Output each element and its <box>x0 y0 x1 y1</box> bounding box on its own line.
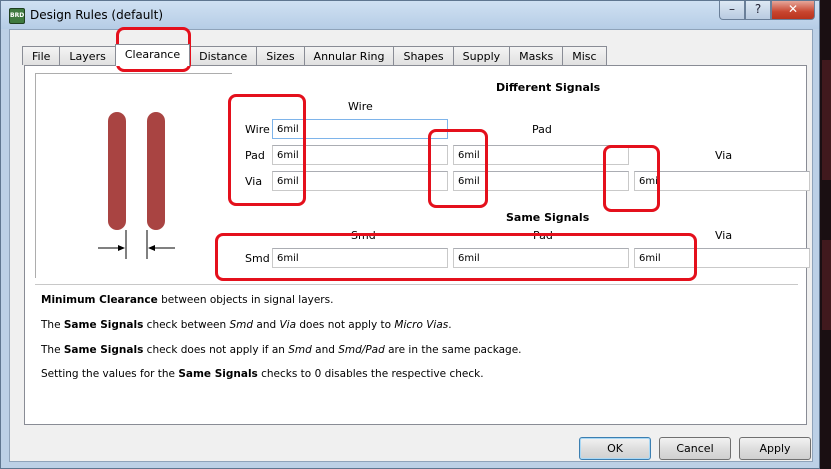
description-italic: Smd <box>229 319 254 331</box>
help-button[interactable]: ? <box>745 1 771 20</box>
cancel-button[interactable]: Cancel <box>659 437 731 460</box>
column-header-via: Via <box>715 149 733 162</box>
pad-wire-clearance-input[interactable] <box>272 145 448 165</box>
description-text: The <box>41 344 64 356</box>
via-wire-clearance-input[interactable] <box>272 171 448 191</box>
tab-layers[interactable]: Layers <box>59 46 116 65</box>
description-line-1: Minimum Clearance between objects in sig… <box>41 294 333 306</box>
row-label-via: Via <box>245 175 263 188</box>
description-italic: Via <box>279 319 297 331</box>
description-italic: Smd <box>288 344 312 356</box>
dialog-client-area: File Layers Clearance Distance Sizes Ann… <box>9 29 813 462</box>
clearance-diagram <box>35 73 232 278</box>
row-label-wire: Wire <box>245 123 270 136</box>
description-text: . <box>448 319 452 331</box>
wire-trace-left <box>108 112 126 230</box>
app-icon: BRD <box>9 8 25 24</box>
minimize-button[interactable]: – <box>719 1 745 20</box>
via-pad-clearance-input[interactable] <box>453 171 629 191</box>
tab-shapes[interactable]: Shapes <box>393 46 454 65</box>
via-via-clearance-input[interactable] <box>634 171 810 191</box>
same-column-header-via: Via <box>715 229 733 242</box>
description-line-2: The Same Signals check between Smd and V… <box>41 319 452 331</box>
tab-supply[interactable]: Supply <box>452 46 511 65</box>
background-trace <box>822 240 831 330</box>
row-label-pad: Pad <box>245 149 265 162</box>
description-text: between objects in signal layers. <box>157 294 334 306</box>
tab-distance[interactable]: Distance <box>189 46 258 65</box>
tab-sizes[interactable]: Sizes <box>256 46 305 65</box>
description-bold: Minimum Clearance <box>41 294 158 306</box>
description-line-3: The Same Signals check does not apply if… <box>41 344 522 356</box>
window-controls: – ? ✕ <box>719 1 815 20</box>
clearance-illustration <box>98 112 175 259</box>
smd-pad-clearance-input[interactable] <box>453 248 629 268</box>
tab-bar: File Layers Clearance Distance Sizes Ann… <box>22 44 607 66</box>
tab-clearance[interactable]: Clearance <box>114 44 191 66</box>
clearance-panel: Different Signals Wire Pad Via Wire Pad … <box>24 65 810 425</box>
same-column-header-smd: Smd <box>351 229 376 242</box>
same-row-label-smd: Smd <box>245 252 270 265</box>
arrowhead-left <box>118 245 125 251</box>
tab-masks[interactable]: Masks <box>509 46 564 65</box>
background-trace <box>822 60 831 180</box>
description-italic: Micro Vias <box>394 319 449 331</box>
description-bold: Same Signals <box>63 344 144 356</box>
tab-misc[interactable]: Misc <box>562 46 607 65</box>
column-header-wire: Wire <box>348 100 373 113</box>
description-text: check between <box>143 319 230 331</box>
tab-annular-ring[interactable]: Annular Ring <box>303 46 395 65</box>
description-text: The <box>41 319 64 331</box>
close-button[interactable]: ✕ <box>771 1 815 20</box>
description-text: check does not apply if an <box>143 344 289 356</box>
description-text: does not apply to <box>296 319 395 331</box>
design-rules-dialog: BRD Design Rules (default) – ? ✕ File La… <box>0 0 820 469</box>
window-title: Design Rules (default) <box>30 8 164 22</box>
pad-pad-clearance-input[interactable] <box>453 145 629 165</box>
tab-file[interactable]: File <box>22 46 61 65</box>
same-signals-heading: Same Signals <box>506 211 590 224</box>
description-text: checks to 0 disables the respective chec… <box>257 368 484 380</box>
apply-button[interactable]: Apply <box>739 437 811 460</box>
smd-smd-clearance-input[interactable] <box>272 248 448 268</box>
description-line-4: Setting the values for the Same Signals … <box>41 368 484 380</box>
wire-trace-right <box>147 112 165 230</box>
wire-wire-clearance-input[interactable] <box>272 119 448 139</box>
different-signals-heading: Different Signals <box>496 81 601 94</box>
description-text: are in the same package. <box>384 344 522 356</box>
divider <box>35 284 798 285</box>
column-header-pad: Pad <box>532 123 552 136</box>
ok-button[interactable]: OK <box>579 437 651 460</box>
arrowhead-right <box>148 245 155 251</box>
description-italic: Smd/Pad <box>338 344 385 356</box>
same-column-header-pad: Pad <box>533 229 553 242</box>
description-text: and <box>311 344 339 356</box>
title-bar: BRD Design Rules (default) – ? ✕ <box>1 1 819 29</box>
description-text: and <box>253 319 280 331</box>
description-bold: Same Signals <box>63 319 144 331</box>
smd-via-clearance-input[interactable] <box>634 248 810 268</box>
description-text: Setting the values for the <box>41 368 179 380</box>
description-bold: Same Signals <box>178 368 258 380</box>
